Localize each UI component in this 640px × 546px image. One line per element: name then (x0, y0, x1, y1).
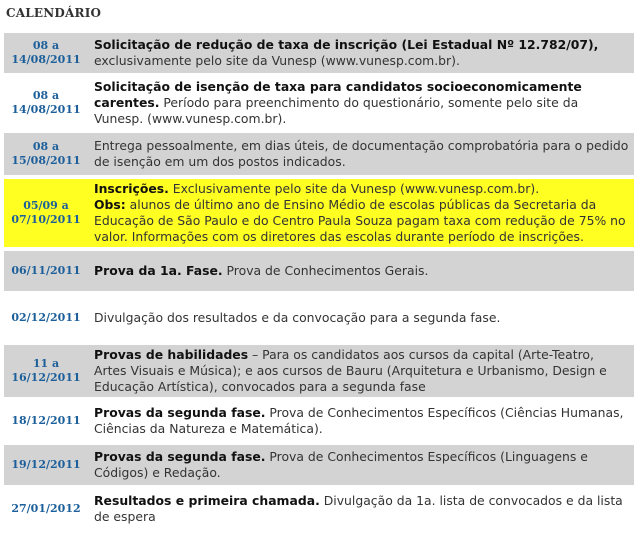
vunesp-link[interactable]: www.vunesp.com.br (152, 111, 278, 126)
event-title: Provas da segunda fase. (94, 405, 266, 420)
event-text-end: ). (277, 111, 287, 126)
calendar-heading: CALENDÁRIO (6, 6, 102, 20)
calendar-description: Resultados e primeira chamada. Divulgaçã… (88, 489, 634, 529)
calendar-date: 27/01/2012 (4, 489, 88, 529)
calendar-date: 05/09 a 07/10/2011 (4, 179, 88, 247)
calendar-date: 19/12/2011 (4, 445, 88, 485)
calendar-row: 08 a 14/08/2011 Solicitação de isenção d… (4, 77, 634, 129)
event-text: Divulgação dos resultados e da convocaçã… (94, 310, 501, 325)
date-line: 15/08/2011 (11, 154, 81, 167)
event-text: Prova de Conhecimentos Gerais. (222, 263, 429, 278)
event-text: exclusivamente pelo site da Vunesp ( (94, 53, 326, 68)
calendar-date: 18/12/2011 (4, 401, 88, 441)
calendar-row: 08 a 14/08/2011 Solicitação de redução d… (4, 33, 634, 73)
date-line: 05/09 a (23, 199, 69, 212)
date-line: 11 a (32, 357, 60, 370)
event-title: Prova da 1a. Fase. (94, 263, 223, 278)
calendar-row: 11 a 16/12/2011 Provas de habilidades – … (4, 345, 634, 397)
calendar-date: 02/12/2011 (4, 295, 88, 341)
obs-label: Obs: (94, 197, 126, 212)
obs-text: alunos de último ano de Ensino Médio de … (94, 197, 626, 244)
event-title: Provas de habilidades (94, 347, 249, 362)
event-text: Entrega pessoalmente, em dias úteis, de … (94, 138, 629, 169)
date-line: 08 a (32, 39, 60, 52)
calendar-description: Solicitação de isenção de taxa para cand… (88, 77, 634, 129)
calendar-date: 08 a 15/08/2011 (4, 133, 88, 175)
vunesp-link[interactable]: www.vunesp.com.br (405, 181, 531, 196)
calendar-description: Divulgação dos resultados e da convocaçã… (88, 295, 634, 341)
event-title: Solicitação de redução de taxa de inscri… (94, 37, 599, 52)
date-line: 02/12/2011 (11, 311, 81, 324)
calendar-row: 19/12/2011 Provas da segunda fase. Prova… (4, 445, 634, 485)
date-line: 08 a (32, 89, 60, 102)
calendar-description: Entrega pessoalmente, em dias úteis, de … (88, 133, 634, 175)
date-line: 08 a (32, 140, 60, 153)
calendar-row: 02/12/2011 Divulgação dos resultados e d… (4, 295, 634, 341)
calendar-description: Inscrições. Exclusivamente pelo site da … (88, 179, 634, 247)
vunesp-link[interactable]: www.vunesp.com.br (326, 53, 452, 68)
event-text-end: ). (451, 53, 460, 68)
calendar-row-highlight: 05/09 a 07/10/2011 Inscrições. Exclusiva… (4, 179, 634, 247)
calendar-table: 08 a 14/08/2011 Solicitação de redução d… (4, 33, 634, 529)
calendar-date: 06/11/2011 (4, 251, 88, 291)
calendar-row: 27/01/2012 Resultados e primeira chamada… (4, 489, 634, 529)
date-line: 06/11/2011 (11, 264, 81, 277)
event-text-end: ). (530, 181, 540, 196)
date-line: 07/10/2011 (11, 213, 81, 226)
calendar-date: 08 a 14/08/2011 (4, 33, 88, 73)
calendar-date: 11 a 16/12/2011 (4, 345, 88, 397)
event-title: Resultados e primeira chamada. (94, 493, 320, 508)
calendar-row: 08 a 15/08/2011 Entrega pessoalmente, em… (4, 133, 634, 175)
calendar-description: Provas da segunda fase. Prova de Conheci… (88, 401, 634, 441)
calendar-page: CALENDÁRIO 08 a 14/08/2011 Solicitação d… (0, 0, 640, 546)
date-line: 14/08/2011 (11, 53, 81, 66)
event-title: Inscrições. (94, 181, 169, 196)
calendar-description: Provas da segunda fase. Prova de Conheci… (88, 445, 634, 485)
event-text: Exclusivamente pelo site da Vunesp ( (168, 181, 405, 196)
event-title: Provas da segunda fase. (94, 449, 266, 464)
date-line: 14/08/2011 (11, 103, 81, 116)
calendar-date: 08 a 14/08/2011 (4, 77, 88, 129)
calendar-row: 06/11/2011 Prova da 1a. Fase. Prova de C… (4, 251, 634, 291)
date-line: 18/12/2011 (11, 414, 81, 427)
calendar-row: 18/12/2011 Provas da segunda fase. Prova… (4, 401, 634, 441)
date-line: 27/01/2012 (11, 502, 81, 515)
calendar-description: Provas de habilidades – Para os candidat… (88, 345, 634, 397)
calendar-description: Solicitação de redução de taxa de inscri… (88, 33, 634, 73)
calendar-description: Prova da 1a. Fase. Prova de Conhecimento… (88, 251, 634, 291)
date-line: 19/12/2011 (11, 458, 81, 471)
date-line: 16/12/2011 (11, 371, 81, 384)
